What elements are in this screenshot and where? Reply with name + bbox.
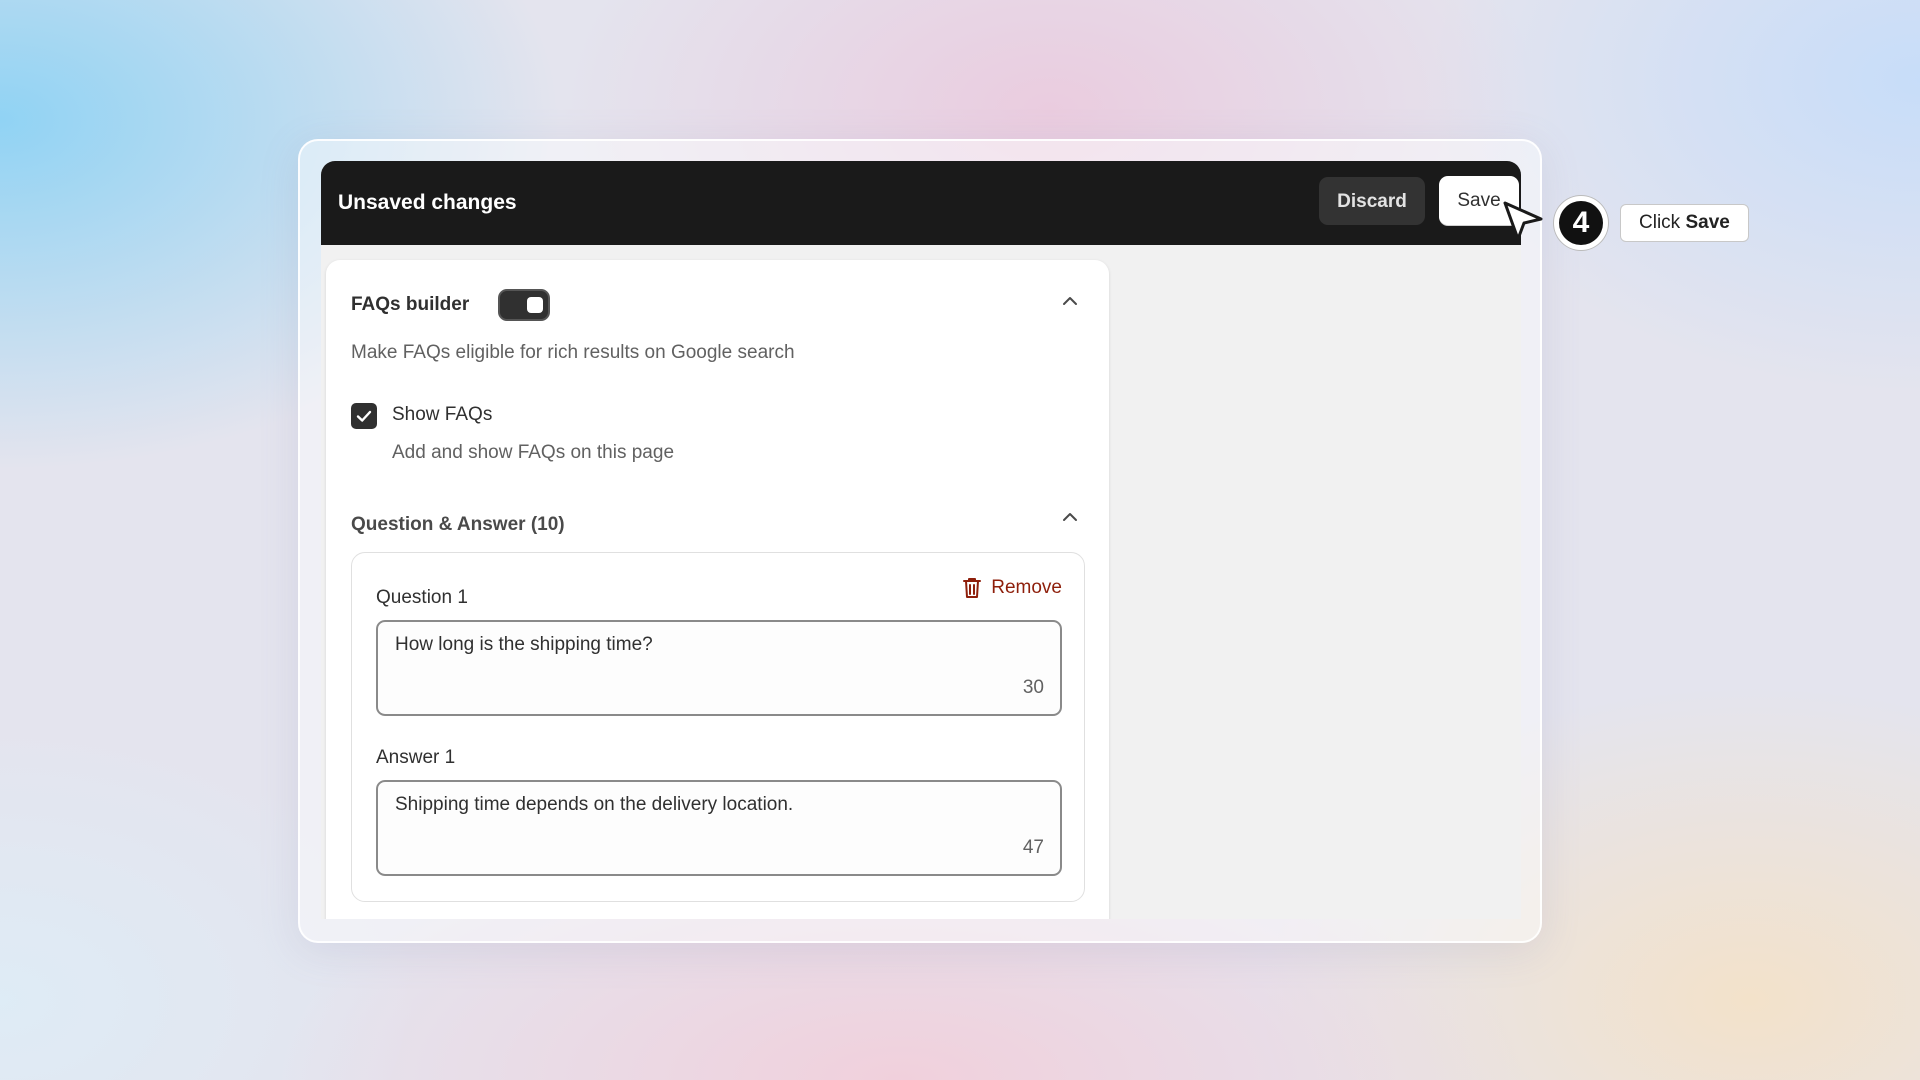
- chevron-up-icon[interactable]: [1059, 290, 1081, 312]
- faq-builder-description: Make FAQs eligible for rich results on G…: [351, 342, 795, 363]
- faq-builder-title: FAQs builder: [351, 294, 470, 315]
- step-tip-prefix: Click: [1639, 212, 1681, 233]
- question-value: How long is the shipping time?: [395, 634, 653, 655]
- unsaved-changes-bar: Unsaved changes Discard Save: [321, 161, 1521, 245]
- question-label: Question 1: [376, 587, 468, 608]
- app-window: Unsaved changes Discard Save FAQs builde…: [321, 161, 1521, 919]
- answer-label: Answer 1: [376, 747, 456, 768]
- step-tooltip: Click Save: [1620, 204, 1749, 242]
- show-faqs-label[interactable]: Show FAQs: [392, 404, 492, 426]
- unsaved-changes-title: Unsaved changes: [338, 191, 517, 214]
- step-number-badge: 4: [1554, 196, 1608, 250]
- question-char-count: 30: [1022, 677, 1044, 698]
- chevron-up-icon[interactable]: [1059, 506, 1081, 528]
- step-tip-target: Save: [1685, 212, 1730, 233]
- show-faqs-help-text: Add and show FAQs on this page: [392, 442, 675, 463]
- faq-builder-card: FAQs builder Make FAQs eligible for rich…: [326, 260, 1109, 919]
- answer-char-count: 47: [1022, 837, 1044, 858]
- answer-textarea[interactable]: Shipping time depends on the delivery lo…: [376, 780, 1062, 876]
- remove-button[interactable]: Remove: [961, 576, 1062, 600]
- question-textarea[interactable]: How long is the shipping time? 30: [376, 620, 1062, 716]
- faq-builder-toggle[interactable]: [498, 289, 550, 321]
- question-answer-title: Question & Answer (10): [351, 514, 565, 535]
- trash-icon: [963, 578, 982, 598]
- step-number: 4: [1559, 201, 1603, 245]
- remove-label: Remove: [991, 577, 1062, 598]
- check-icon: [356, 410, 372, 422]
- discard-button[interactable]: Discard: [1319, 177, 1425, 225]
- toggle-knob: [527, 297, 543, 313]
- faq-item: Question 1 Remove How long is the shippi…: [351, 552, 1085, 902]
- cursor-arrow-icon: [1503, 201, 1543, 241]
- show-faqs-checkbox[interactable]: [351, 403, 377, 429]
- answer-value: Shipping time depends on the delivery lo…: [395, 794, 794, 815]
